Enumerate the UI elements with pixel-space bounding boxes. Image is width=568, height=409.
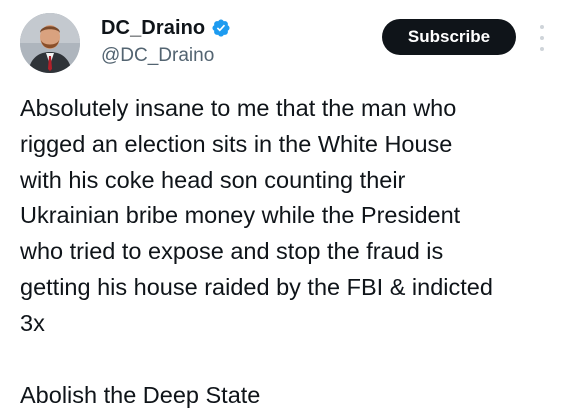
post-text-line: with his coke head son counting their <box>20 166 406 193</box>
verified-badge-icon <box>211 18 231 38</box>
subscribe-button[interactable]: Subscribe <box>382 19 516 55</box>
display-name[interactable]: DC_Draino <box>101 14 205 42</box>
post-text-line: Ukrainian bribe money while the Presiden… <box>20 202 461 229</box>
post-text-line: Absolutely insane to me that the man who <box>20 95 457 121</box>
author-handle[interactable]: @DC_Draino <box>101 43 214 69</box>
author-name-row[interactable]: DC_Draino <box>101 14 231 42</box>
avatar[interactable] <box>20 13 80 73</box>
post-text: Absolutely insane to me that the man who… <box>20 91 565 409</box>
more-dot <box>540 36 544 40</box>
more-dot <box>540 25 544 29</box>
post-text-line: rigged an election sits in the White Hou… <box>20 130 453 157</box>
post-text-line: 3x <box>20 309 45 336</box>
more-vertical-icon[interactable] <box>532 25 552 51</box>
post-text-line: getting his house raided by the FBI & in… <box>20 273 493 300</box>
post-closing-line: Abolish the Deep State <box>20 381 261 408</box>
post-card: DC_Draino @DC_Draino Subscribe Absolutel… <box>0 0 568 409</box>
post-text-line: who tried to expose and stop the fraud i… <box>20 238 444 265</box>
more-dot <box>540 47 544 51</box>
profile-photo-icon <box>20 13 80 73</box>
